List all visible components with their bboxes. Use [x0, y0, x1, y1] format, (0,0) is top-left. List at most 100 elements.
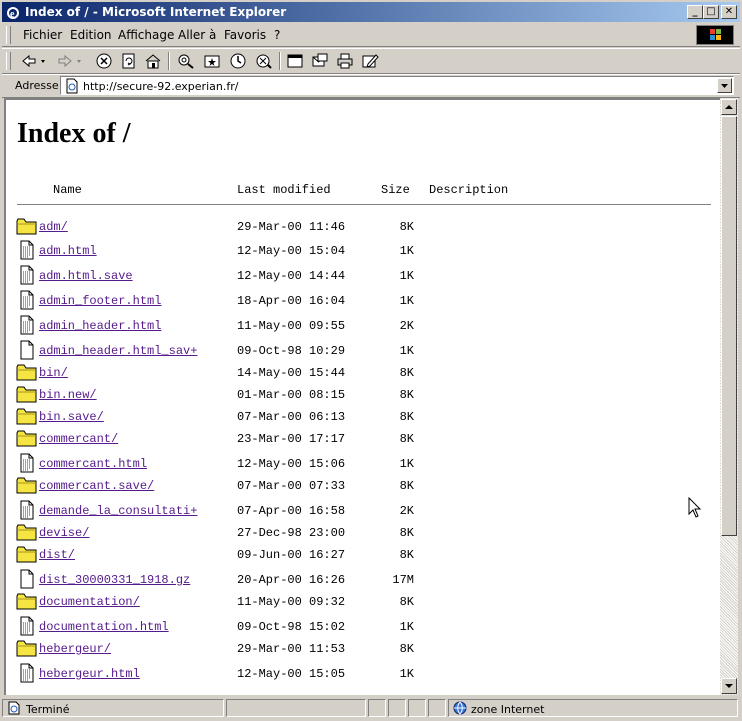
address-input[interactable]: http://secure-92.experian.fr/: [60, 76, 734, 95]
address-label: Adresse: [15, 79, 59, 92]
column-header-modified[interactable]: Last modified: [237, 183, 331, 197]
search-icon: [178, 54, 194, 69]
maximize-button[interactable]: □: [703, 5, 719, 19]
toolbar-grip[interactable]: [6, 52, 11, 70]
page-icon: [66, 78, 78, 94]
folder-icon[interactable]: [16, 362, 38, 382]
home-button[interactable]: [143, 52, 163, 70]
favorites-button[interactable]: [202, 52, 222, 70]
folder-icon[interactable]: [16, 406, 38, 426]
mouse-cursor-icon: [688, 497, 702, 518]
file-link[interactable]: admin_footer.html: [39, 294, 161, 308]
close-button[interactable]: ✕: [721, 5, 737, 19]
column-header-size[interactable]: Size: [381, 183, 410, 197]
file-size: 8K: [399, 432, 414, 446]
text-file-icon[interactable]: [16, 265, 38, 285]
column-header-description[interactable]: Description: [429, 183, 508, 197]
channels-button[interactable]: [254, 52, 274, 70]
file-link[interactable]: admin_header.html_sav+: [39, 344, 197, 358]
file-size: 2K: [399, 504, 414, 518]
print-button[interactable]: [335, 52, 355, 70]
file-link[interactable]: commercant.save/: [39, 479, 154, 493]
file-modified: 09-Oct-98 10:29: [237, 344, 346, 358]
back-icon: [22, 54, 45, 68]
file-size: 8K: [399, 410, 414, 424]
file-link[interactable]: demande_la_consultati+: [39, 504, 197, 518]
file-modified: 23-Mar-00 17:17: [237, 432, 346, 446]
header-divider: [17, 204, 711, 206]
text-file-icon[interactable]: [16, 453, 38, 473]
file-link[interactable]: documentation.html: [39, 620, 169, 634]
svg-text:e: e: [10, 9, 15, 20]
file-link[interactable]: adm.html.save: [39, 269, 133, 283]
file-link[interactable]: documentation/: [39, 595, 140, 609]
file-link[interactable]: admin_header.html: [39, 319, 161, 333]
file-link[interactable]: commercant.html: [39, 457, 147, 471]
folder-icon[interactable]: [16, 428, 38, 448]
minimize-button[interactable]: _: [687, 5, 703, 19]
menu-edition[interactable]: Edition: [70, 28, 112, 42]
file-size: 8K: [399, 595, 414, 609]
edit-button[interactable]: [360, 52, 380, 70]
home-icon: [145, 54, 161, 69]
menu-fichier[interactable]: Fichier: [23, 28, 62, 42]
search-button[interactable]: [176, 52, 196, 70]
folder-icon[interactable]: [16, 522, 38, 542]
text-file-icon[interactable]: [16, 240, 38, 260]
status-page-icon: [8, 701, 20, 715]
folder-icon[interactable]: [16, 544, 38, 564]
folder-icon[interactable]: [16, 591, 38, 611]
history-button[interactable]: [228, 52, 248, 70]
menu-favoris[interactable]: Favoris: [224, 28, 266, 42]
address-dropdown-button[interactable]: [717, 78, 732, 93]
file-modified: 18-Apr-00 16:04: [237, 294, 346, 308]
file-size: 1K: [399, 344, 414, 358]
file-link[interactable]: dist_30000331_1918.gz: [39, 573, 190, 587]
fullscreen-button[interactable]: [285, 52, 305, 70]
folder-icon[interactable]: [16, 384, 38, 404]
folder-icon[interactable]: [16, 216, 38, 236]
text-file-icon[interactable]: [16, 290, 38, 310]
file-link[interactable]: bin.save/: [39, 410, 104, 424]
text-file-icon[interactable]: [16, 315, 38, 335]
file-link[interactable]: bin/: [39, 366, 68, 380]
scroll-down-button[interactable]: [721, 678, 737, 694]
text-file-icon[interactable]: [16, 616, 38, 636]
file-link[interactable]: bin.new/: [39, 388, 97, 402]
mail-button[interactable]: [310, 52, 330, 70]
file-size: 8K: [399, 642, 414, 656]
folder-icon[interactable]: [16, 638, 38, 658]
text-file-icon[interactable]: [16, 663, 38, 683]
stop-button[interactable]: [94, 52, 114, 70]
file-link[interactable]: devise/: [39, 526, 89, 540]
menu-grip[interactable]: [6, 26, 11, 44]
standard-toolbar: [2, 48, 740, 74]
file-link[interactable]: adm/: [39, 220, 68, 234]
text-file-icon[interactable]: [16, 500, 38, 520]
file-icon[interactable]: [16, 340, 38, 360]
file-link[interactable]: hebergeur/: [39, 642, 111, 656]
status-panel-main: Terminé: [2, 699, 224, 717]
back-button[interactable]: [20, 52, 48, 70]
file-link[interactable]: adm.html: [39, 244, 97, 258]
menu-help[interactable]: ?: [274, 28, 280, 42]
vertical-scrollbar[interactable]: [720, 98, 738, 695]
file-modified: 12-May-00 15:04: [237, 244, 346, 258]
scroll-thumb[interactable]: [721, 116, 737, 536]
refresh-button[interactable]: [118, 52, 138, 70]
file-link[interactable]: hebergeur.html: [39, 667, 140, 681]
title-bar[interactable]: e Index of / - Microsoft Internet Explor…: [2, 2, 740, 22]
address-bar: Adresse http://secure-92.experian.fr/: [2, 74, 740, 98]
file-link[interactable]: dist/: [39, 548, 75, 562]
file-link[interactable]: commercant/: [39, 432, 118, 446]
scroll-up-button[interactable]: [721, 99, 737, 115]
file-icon[interactable]: [16, 569, 38, 589]
column-header-name[interactable]: Name: [53, 183, 82, 197]
file-size: 1K: [399, 294, 414, 308]
folder-icon[interactable]: [16, 475, 38, 495]
file-row: bin/14-May-00 15:44 8K: [6, 364, 718, 388]
menu-aller-a[interactable]: Aller à: [178, 28, 216, 42]
file-size: 2K: [399, 319, 414, 333]
forward-button[interactable]: [56, 52, 84, 70]
menu-affichage[interactable]: Affichage: [118, 28, 174, 42]
